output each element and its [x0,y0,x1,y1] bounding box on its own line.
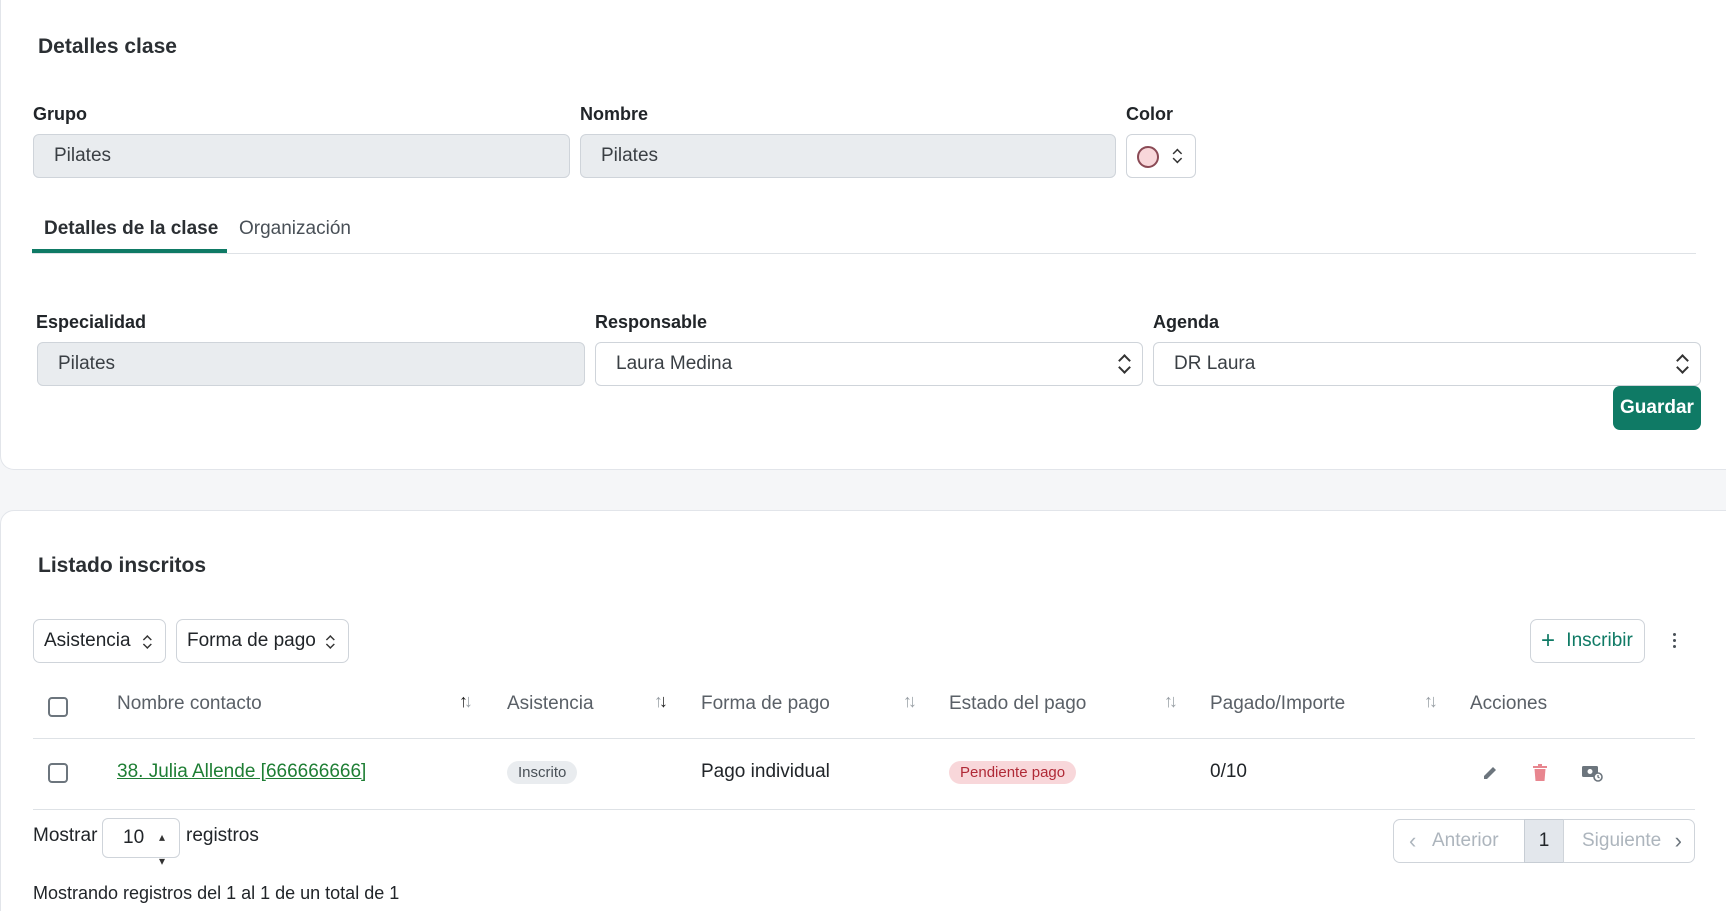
page-size-select[interactable]: 10 ▴ ▾ [102,818,180,868]
save-button[interactable]: Guardar [1613,386,1701,430]
delete-icon[interactable] [1532,764,1548,782]
next-page-button[interactable]: Siguiente › [1563,819,1695,863]
sort-icon[interactable]: ↑↓ [903,691,917,712]
chevron-updown-icon [326,634,334,649]
column-header-payment-method[interactable]: Forma de pago [701,693,830,715]
row-checkbox[interactable] [48,763,68,783]
agenda-select[interactable]: DR Laura [1153,342,1701,386]
chevron-updown-icon [1118,353,1130,375]
previous-label: Anterior [1432,830,1499,851]
contact-link[interactable]: 38. Julia Allende [666666666] [117,761,366,783]
responsible-value: Laura Medina [616,353,733,374]
payment-method-filter[interactable]: Forma de pago [176,619,349,663]
sort-icon[interactable]: ↑↓ [1424,691,1438,712]
previous-page-button[interactable]: ‹ Anterior [1393,819,1525,863]
table-row: 38. Julia Allende [666666666] Inscrito P… [33,739,1695,809]
chevron-left-icon: ‹ [1409,828,1417,853]
enrolled-title: Listado inscritos [38,554,207,577]
column-header-contact[interactable]: Nombre contacto [117,693,262,715]
enrolled-list-card: Listado inscritos Asistencia Forma de pa… [0,510,1726,911]
payment-method-cell: Pago individual [701,761,830,782]
attendance-filter-label: Asistencia [44,630,131,651]
page-1-button[interactable]: 1 [1524,819,1564,863]
row-divider [33,809,1695,810]
column-header-attendance[interactable]: Asistencia [507,693,594,715]
chevron-updown-icon [143,634,151,649]
name-field[interactable]: Pilates [580,134,1116,178]
tabs-divider [32,253,1696,254]
attendance-badge: Inscrito [507,761,578,784]
chevron-updown-icon [1173,148,1182,165]
page-size-value: 10 [123,827,145,848]
column-header-payment-status[interactable]: Estado del pago [949,693,1086,715]
payment-icon[interactable] [1581,764,1603,782]
responsible-label: Responsable [595,312,708,332]
paid-amount-cell: 0/10 [1210,761,1247,782]
color-swatch [1137,146,1159,168]
specialty-field[interactable]: Pilates [37,342,585,386]
group-field[interactable]: Pilates [33,134,570,178]
payment-status-badge: Pendiente pago [949,761,1077,784]
column-header-actions: Acciones [1470,693,1548,714]
chevron-right-icon: › [1674,828,1682,853]
select-all-checkbox[interactable] [48,697,68,717]
enroll-button-label: Inscribir [1566,630,1633,651]
attendance-filter[interactable]: Asistencia [33,619,166,663]
chevron-updown-icon [1676,353,1688,375]
specialty-label: Especialidad [36,312,147,332]
class-details-title: Detalles clase [38,35,177,58]
show-label: Mostrar [33,825,98,846]
plus-icon: + [1541,627,1556,654]
color-label: Color [1126,104,1173,124]
agenda-value: DR Laura [1174,353,1256,374]
enroll-button[interactable]: + Inscribir [1530,619,1645,663]
tab-class-details[interactable]: Detalles de la clase [44,218,218,240]
group-label: Grupo [33,104,87,124]
records-summary: Mostrando registros del 1 al 1 de un tot… [33,883,400,903]
payment-method-filter-label: Forma de pago [187,630,316,651]
sort-asc-icon[interactable]: ↑↓ [459,691,473,712]
column-header-paid-amount[interactable]: Pagado/Importe [1210,693,1345,715]
color-picker[interactable] [1126,134,1196,178]
sort-icon[interactable]: ↑↓ [1164,691,1178,712]
class-details-card: Detalles clase Grupo Pilates Nombre Pila… [0,0,1726,470]
records-label: registros [186,825,259,846]
sort-desc-icon[interactable]: ↑↓ [654,691,668,712]
next-label: Siguiente [1582,830,1662,851]
tab-organization[interactable]: Organización [239,218,351,240]
responsible-select[interactable]: Laura Medina [595,342,1143,386]
agenda-label: Agenda [1153,312,1220,332]
edit-icon[interactable] [1481,764,1499,782]
more-options-icon[interactable] [1667,628,1683,654]
name-label: Nombre [580,104,649,124]
